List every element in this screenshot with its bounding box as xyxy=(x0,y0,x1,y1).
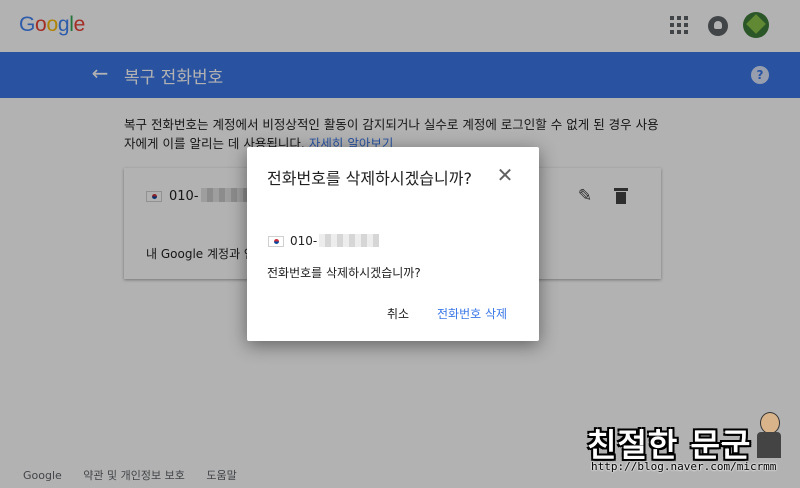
watermark-url: http://blog.naver.com/micrmm xyxy=(591,460,777,473)
blog-watermark: 친절한 문군 http://blog.naver.com/micrmm xyxy=(587,412,787,480)
dialog-phone-number: 010- xyxy=(290,234,380,248)
dialog-message: 전화번호를 삭제하시겠습니까? xyxy=(267,266,421,280)
korea-flag-icon xyxy=(268,236,284,247)
close-icon[interactable]: ✕ xyxy=(495,165,515,185)
dialog-title: 전화번호를 삭제하시겠습니까? xyxy=(267,169,472,188)
delete-phone-dialog: 전화번호를 삭제하시겠습니까? ✕ 010- 전화번호를 삭제하시겠습니까? 취… xyxy=(247,147,539,341)
cartoon-face-icon xyxy=(757,412,781,460)
redacted-number xyxy=(319,234,380,247)
dialog-phone-prefix: 010- xyxy=(290,234,318,248)
delete-phone-button[interactable]: 전화번호 삭제 xyxy=(437,305,507,322)
cancel-button[interactable]: 취소 xyxy=(387,305,409,322)
